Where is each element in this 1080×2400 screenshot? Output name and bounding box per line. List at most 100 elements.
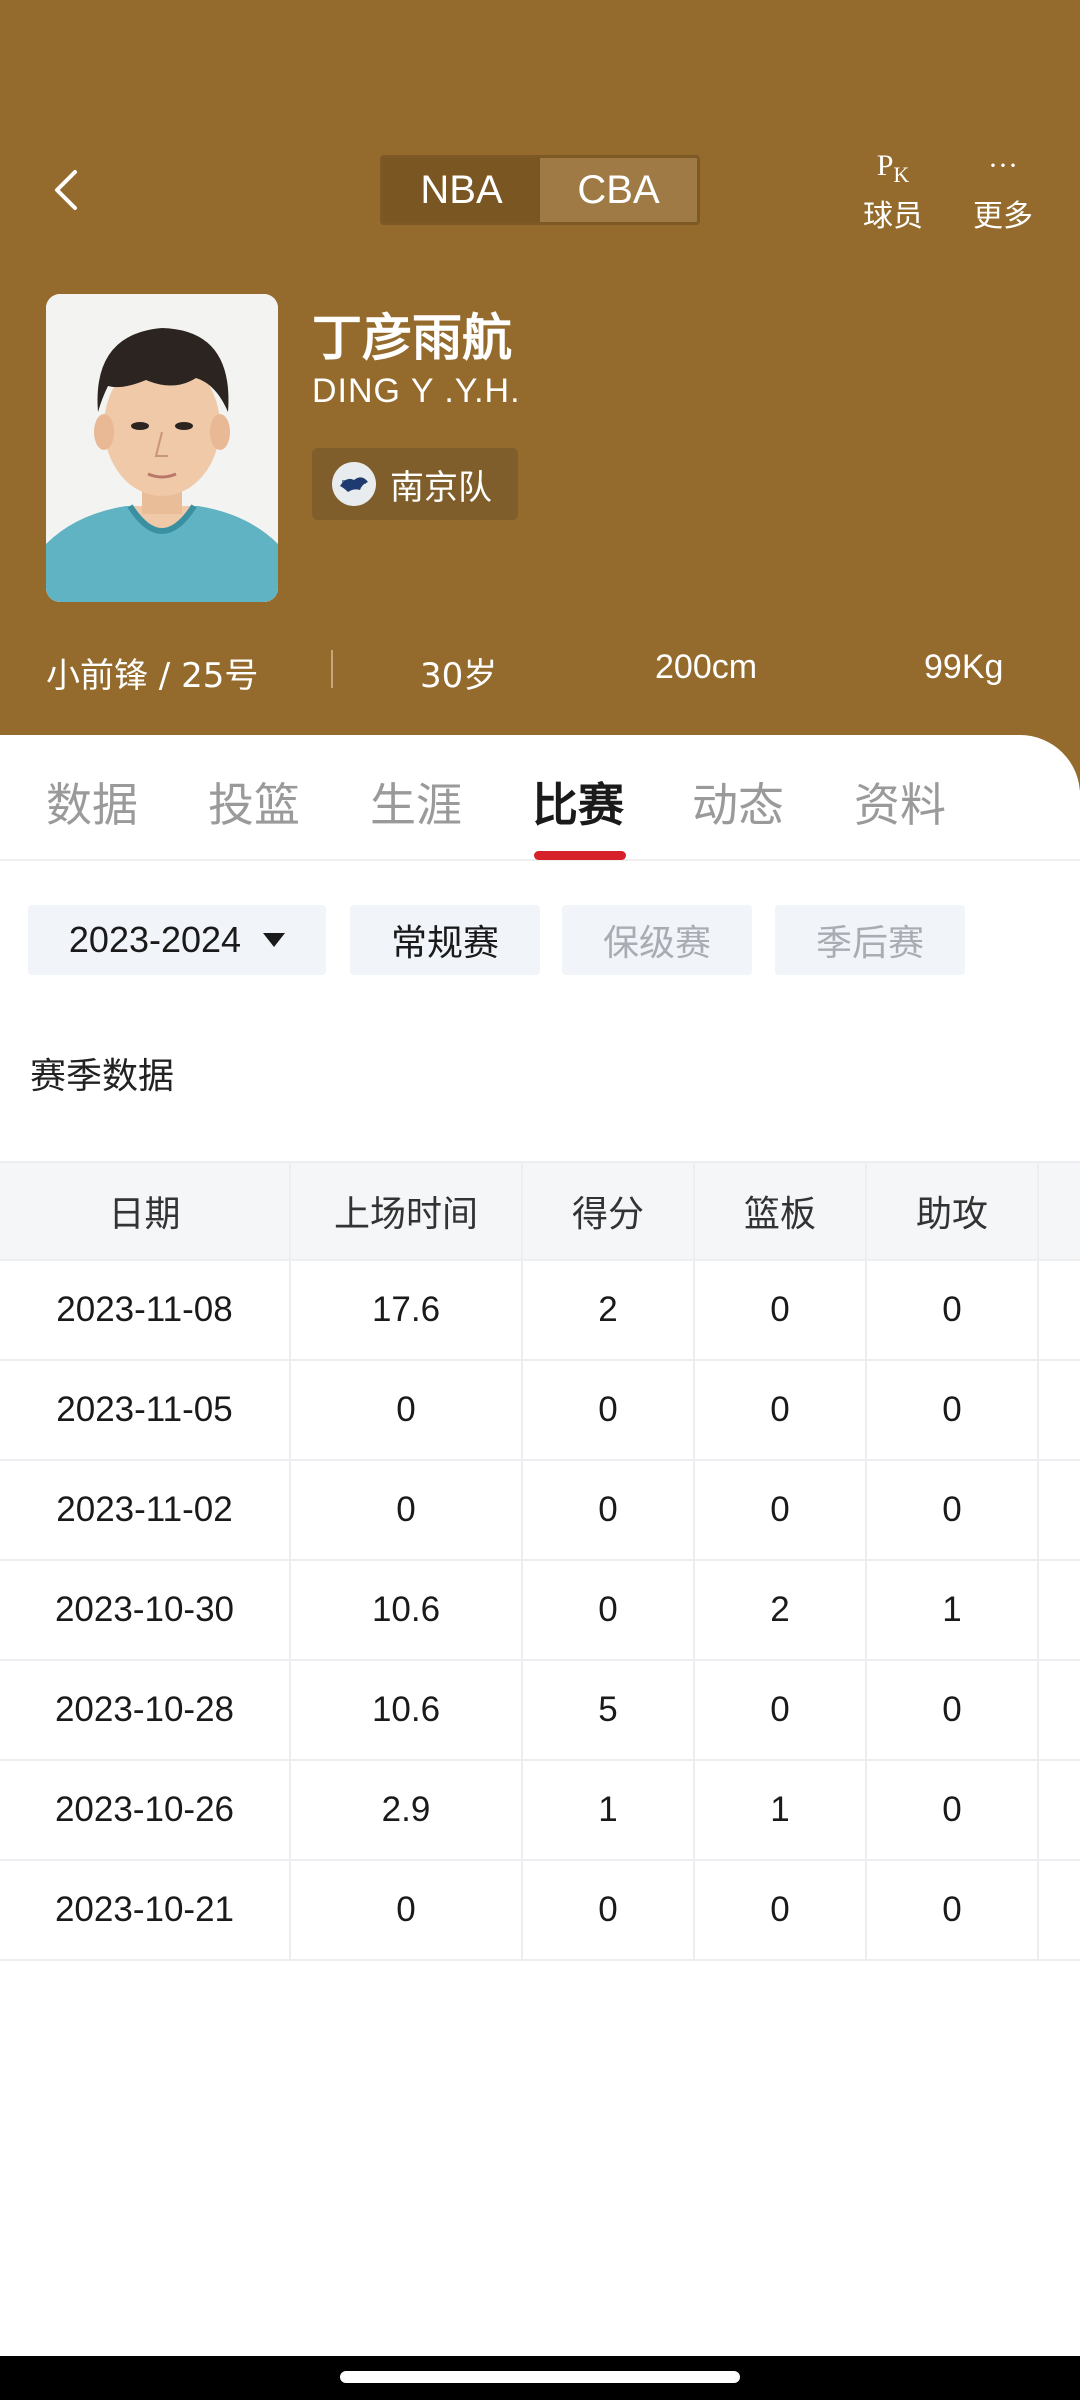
filter-relegation[interactable]: 保级赛	[562, 905, 752, 975]
team-logo-icon	[332, 462, 376, 506]
tab-shooting[interactable]: 投篮	[208, 769, 300, 835]
column-header-assists[interactable]: 助攻	[867, 1163, 1039, 1259]
cell-rebounds: 0	[695, 1461, 867, 1559]
cell-overflow	[1039, 1561, 1080, 1659]
cell-rebounds: 2	[695, 1561, 867, 1659]
cell-minutes: 17.6	[291, 1261, 523, 1359]
cell-rebounds: 1	[695, 1761, 867, 1859]
tab-data[interactable]: 数据	[46, 769, 138, 835]
cell-date: 2023-11-05	[0, 1361, 291, 1459]
column-header-overflow	[1039, 1163, 1080, 1259]
cell-overflow	[1039, 1261, 1080, 1359]
table-row[interactable]: 2023-10-28 10.6 5 0 0	[0, 1661, 1080, 1761]
filter-bar: 2023-2024 常规赛 保级赛 季后赛	[0, 905, 1080, 977]
game-stats-table: 日期 上场时间 得分 篮板 助攻 2023-11-08 17.6 2 0 0 2023-1…	[0, 1161, 1080, 1961]
pk-icon: PK	[876, 149, 910, 187]
league-tab-cba[interactable]: CBA	[540, 158, 697, 222]
league-tab-nba[interactable]: NBA	[383, 158, 540, 222]
player-name: 丁彦雨航	[312, 309, 512, 367]
team-name: 南京队	[390, 467, 492, 508]
more-button[interactable]: ··· 更多	[958, 145, 1048, 235]
player-position: 小前锋 / 25号	[46, 656, 259, 696]
filter-playoffs[interactable]: 季后赛	[775, 905, 965, 975]
cell-assists: 0	[867, 1461, 1039, 1559]
tab-career[interactable]: 生涯	[370, 769, 462, 835]
cell-date: 2023-10-30	[0, 1561, 291, 1659]
table-row[interactable]: 2023-10-26 2.9 1 1 0	[0, 1761, 1080, 1861]
section-tabs: 数据 投篮 生涯 比赛 动态 资料	[0, 735, 1080, 861]
more-dots-icon: ···	[988, 149, 1018, 182]
system-nav-bar	[0, 2356, 1080, 2400]
column-header-rebounds[interactable]: 篮板	[695, 1163, 867, 1259]
player-age: 30岁	[420, 656, 498, 696]
cell-points: 2	[523, 1261, 695, 1359]
player-english-name: DING Y .Y.H.	[312, 372, 521, 410]
cell-overflow	[1039, 1661, 1080, 1759]
cell-rebounds: 0	[695, 1361, 867, 1459]
cell-assists: 0	[867, 1661, 1039, 1759]
cell-minutes: 10.6	[291, 1561, 523, 1659]
player-info-row: 小前锋 / 25号 30岁 200cm 99Kg	[0, 640, 1080, 700]
cell-assists: 1	[867, 1561, 1039, 1659]
home-indicator[interactable]	[340, 2371, 740, 2383]
player-height: 200cm	[655, 648, 758, 686]
tab-news[interactable]: 动态	[692, 769, 784, 835]
cell-points: 1	[523, 1761, 695, 1859]
cell-date: 2023-10-28	[0, 1661, 291, 1759]
info-divider	[331, 650, 333, 688]
column-header-minutes[interactable]: 上场时间	[291, 1163, 523, 1259]
caret-down-icon	[263, 933, 286, 947]
chevron-left-icon	[55, 170, 77, 210]
cell-points: 5	[523, 1661, 695, 1759]
cell-date: 2023-10-21	[0, 1861, 291, 1959]
cell-points: 0	[523, 1361, 695, 1459]
table-row[interactable]: 2023-10-21 0 0 0 0	[0, 1861, 1080, 1961]
cell-overflow	[1039, 1761, 1080, 1859]
column-header-date[interactable]: 日期	[0, 1163, 291, 1259]
table-row[interactable]: 2023-11-05 0 0 0 0	[0, 1361, 1080, 1461]
pk-button[interactable]: PK 球员	[848, 145, 938, 235]
season-dropdown[interactable]: 2023-2024	[28, 905, 326, 975]
table-row[interactable]: 2023-10-30 10.6 0 2 1	[0, 1561, 1080, 1661]
cell-assists: 0	[867, 1861, 1039, 1959]
cell-rebounds: 0	[695, 1861, 867, 1959]
cell-points: 0	[523, 1561, 695, 1659]
cell-points: 0	[523, 1861, 695, 1959]
table-row[interactable]: 2023-11-02 0 0 0 0	[0, 1461, 1080, 1561]
cell-date: 2023-10-26	[0, 1761, 291, 1859]
content-card: 数据 投篮 生涯 比赛 动态 资料 2023-2024 常规赛 保级赛 季后赛 …	[0, 735, 1080, 2400]
cell-minutes: 0	[291, 1461, 523, 1559]
column-header-points[interactable]: 得分	[523, 1163, 695, 1259]
back-button[interactable]	[40, 160, 92, 220]
player-weight: 99Kg	[924, 648, 1004, 686]
team-chip[interactable]: 南京队	[312, 448, 518, 520]
player-photo	[46, 294, 278, 602]
cell-rebounds: 0	[695, 1661, 867, 1759]
cell-minutes: 0	[291, 1861, 523, 1959]
filter-regular-season[interactable]: 常规赛	[350, 905, 540, 975]
cell-assists: 0	[867, 1761, 1039, 1859]
cell-date: 2023-11-08	[0, 1261, 291, 1359]
league-toggle: NBA CBA	[380, 155, 700, 225]
cell-assists: 0	[867, 1261, 1039, 1359]
more-label: 更多	[973, 199, 1033, 234]
cell-minutes: 10.6	[291, 1661, 523, 1759]
cell-points: 0	[523, 1461, 695, 1559]
pk-label: 球员	[863, 199, 923, 234]
cell-overflow	[1039, 1461, 1080, 1559]
cell-overflow	[1039, 1861, 1080, 1959]
table-body: 2023-11-08 17.6 2 0 0 2023-11-05 0 0 0 0 2023-11-0…	[0, 1261, 1080, 1961]
table-header: 日期 上场时间 得分 篮板 助攻	[0, 1161, 1080, 1261]
cell-rebounds: 0	[695, 1261, 867, 1359]
table-row[interactable]: 2023-11-08 17.6 2 0 0	[0, 1261, 1080, 1361]
cell-overflow	[1039, 1361, 1080, 1459]
cell-assists: 0	[867, 1361, 1039, 1459]
tab-games[interactable]: 比赛	[532, 769, 624, 835]
cell-minutes: 0	[291, 1361, 523, 1459]
cell-date: 2023-11-02	[0, 1461, 291, 1559]
cell-minutes: 2.9	[291, 1761, 523, 1859]
section-title: 赛季数据	[30, 1056, 175, 1097]
active-tab-indicator	[534, 851, 626, 860]
tab-profile[interactable]: 资料	[854, 769, 946, 835]
season-value: 2023-2024	[68, 919, 242, 960]
